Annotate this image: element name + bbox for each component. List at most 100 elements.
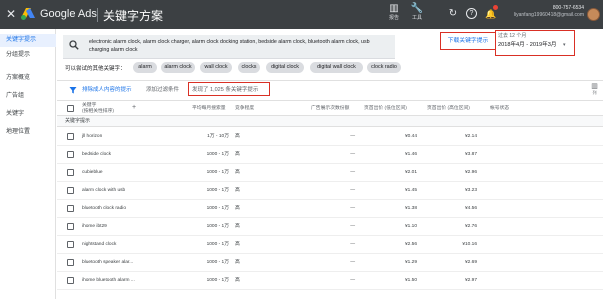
row-checkbox[interactable] xyxy=(67,151,74,158)
keyword-search-box[interactable]: electronic alarm clock, alarm clock char… xyxy=(63,35,395,59)
cell-avg-searches: 1万 - 10万 xyxy=(207,134,229,139)
sidebar-item-ad-groups[interactable]: 广告组 xyxy=(0,90,56,103)
table-row[interactable]: nightstand clock 1000 - 1万 高 — ¥2.56 ¥10.16 xyxy=(57,236,603,254)
close-icon[interactable]: ✕ xyxy=(6,7,16,21)
cell-competition: 高 xyxy=(235,224,240,229)
select-all-checkbox[interactable] xyxy=(67,105,74,112)
suggestion-chip[interactable]: alarm clock xyxy=(161,62,195,73)
account-info[interactable]: 800-757-6534 liyanfang19960418@gmail.com xyxy=(504,5,584,19)
suggestion-chip[interactable]: alarm xyxy=(133,62,157,73)
cell-competition: 高 xyxy=(235,260,240,265)
row-checkbox[interactable] xyxy=(67,223,74,230)
page-title: 关键字方案 xyxy=(103,9,164,23)
cell-keyword: ihome bluetooth alarm ... xyxy=(82,278,135,283)
filter-icon[interactable] xyxy=(69,86,77,94)
account-email: liyanfang19960418@gmail.com xyxy=(513,12,584,18)
add-filter-button[interactable]: 添加过滤条件 xyxy=(146,87,179,94)
header-competition[interactable]: 竞争程度 xyxy=(235,106,254,112)
header-account-status[interactable]: 帐号状态 xyxy=(490,106,509,112)
date-range-value: 2018年4月 - 2019年3月 xyxy=(498,42,557,48)
cell-impression-share: — xyxy=(350,152,355,157)
header-avg-searches[interactable]: 平均每月搜索量 xyxy=(192,106,226,112)
sidebar-item-locations[interactable]: 地理位置 xyxy=(0,126,56,139)
suggestion-chip[interactable]: digital wall clock xyxy=(310,62,363,73)
sidebar: 关键字提示 分组提示 方案概览 广告组 关键字 地理位置 xyxy=(0,29,56,299)
header-keyword[interactable]: 关键字 (按相关性排序) xyxy=(82,103,114,114)
sidebar-item-grouped-ideas[interactable]: 分组提示 xyxy=(0,49,56,62)
cell-avg-searches: 1000 - 1万 xyxy=(206,278,229,283)
brand-name: Google Ads xyxy=(40,8,97,20)
download-keyword-ideas-button[interactable]: 下载关键字提示 xyxy=(442,35,494,47)
cell-bid-low: ¥1.45 xyxy=(404,188,417,193)
columns-button[interactable]: ▥ 列 xyxy=(590,83,599,95)
table-row[interactable]: bluetooth clock radio 1000 - 1万 高 — ¥1.38 ¥4.… xyxy=(57,200,603,218)
table-row[interactable]: cubieblue 1000 - 1万 高 — ¥2.01 ¥2.96 xyxy=(57,164,603,182)
cell-keyword: alarm clock with usb xyxy=(82,188,126,193)
columns-label: 列 xyxy=(592,90,597,95)
cell-bid-high: ¥2.97 xyxy=(464,278,477,283)
cell-bid-high: ¥2.96 xyxy=(464,170,477,175)
cell-avg-searches: 1000 - 1万 xyxy=(206,260,229,265)
header-bid-low[interactable]: 页首出价 (低位区间) xyxy=(364,106,407,112)
search-icon xyxy=(69,40,79,50)
row-checkbox[interactable] xyxy=(67,133,74,140)
header-bid-high[interactable]: 页首出价 (高位区间) xyxy=(427,106,470,112)
date-range-label: 过去 12 个月 xyxy=(498,33,527,39)
main-content: electronic alarm clock, alarm clock char… xyxy=(57,29,603,299)
table-row[interactable]: ihome bluetooth alarm ... 1000 - 1万 高 — ¥1.5… xyxy=(57,272,603,290)
suggestion-chip[interactable]: clock radio xyxy=(367,62,401,73)
table-row[interactable]: alarm clock with usb 1000 - 1万 高 — ¥1.45 ¥3.2… xyxy=(57,182,603,200)
cell-keyword: nightstand clock xyxy=(82,242,117,247)
avatar[interactable] xyxy=(587,8,600,21)
sidebar-item-plan-overview[interactable]: 方案概览 xyxy=(0,72,56,85)
row-checkbox[interactable] xyxy=(67,277,74,284)
row-checkbox[interactable] xyxy=(67,187,74,194)
date-range-selector[interactable]: 过去 12 个月 2018年4月 - 2019年3月 ▾ xyxy=(496,31,573,55)
help-icon[interactable]: ? xyxy=(466,8,477,19)
tools-button[interactable]: 🔧 工具 xyxy=(406,3,428,27)
exclude-adult-filter[interactable]: 排除成人内容的提示 xyxy=(82,87,132,94)
section-header: 关键字提示 xyxy=(57,116,603,127)
reports-icon: ▥ xyxy=(389,3,399,14)
sidebar-item-keywords[interactable]: 关键字 xyxy=(0,108,56,121)
table-header: 关键字 (按相关性排序) + 平均每月搜索量 竞争程度 广告展示次数份额 页首出… xyxy=(57,100,603,116)
section-header-label: 关键字提示 xyxy=(65,118,91,124)
cell-bid-low: ¥1.29 xyxy=(404,260,417,265)
cell-bid-low: ¥1.46 xyxy=(404,152,417,157)
cell-bid-low: ¥0.44 xyxy=(404,134,417,139)
suggestion-chip[interactable]: clocks xyxy=(238,62,260,73)
reports-button[interactable]: ▥ 报告 xyxy=(383,3,405,27)
cell-keyword: cubieblue xyxy=(82,170,103,175)
sidebar-item-keyword-ideas[interactable]: 关键字提示 xyxy=(0,34,56,47)
table-row[interactable]: bluetooth speaker alar... 1000 - 1万 高 — ¥1.2… xyxy=(57,254,603,272)
cell-impression-share: — xyxy=(350,188,355,193)
results-count: 发现了 1,025 条关键字提示 xyxy=(192,87,259,93)
table-row[interactable]: ihome ibt29 1000 - 1万 高 — ¥1.10 ¥2.76 xyxy=(57,218,603,236)
cell-impression-share: — xyxy=(350,170,355,175)
row-checkbox[interactable] xyxy=(67,169,74,176)
reports-label: 报告 xyxy=(388,15,399,21)
title-divider xyxy=(97,8,98,22)
row-checkbox[interactable] xyxy=(67,205,74,212)
suggestion-chip[interactable]: wall clock xyxy=(200,62,232,73)
columns-icon: ▥ xyxy=(591,83,598,90)
cell-avg-searches: 1000 - 1万 xyxy=(206,152,229,157)
cell-keyword: bedside clock xyxy=(82,152,112,157)
cell-bid-low: ¥1.10 xyxy=(404,224,417,229)
header-impression-share[interactable]: 广告展示次数份额 xyxy=(311,106,349,112)
refresh-icon[interactable]: ↻ xyxy=(446,7,460,21)
row-checkbox[interactable] xyxy=(67,241,74,248)
row-checkbox[interactable] xyxy=(67,259,74,266)
table-row[interactable]: bedside clock 1000 - 1万 高 — ¥1.46 ¥3.87 xyxy=(57,146,603,164)
keyword-search-text[interactable]: electronic alarm clock, alarm clock char… xyxy=(89,38,389,54)
cell-bid-high: ¥3.87 xyxy=(464,152,477,157)
notification-badge xyxy=(493,5,498,10)
suggestion-chip[interactable]: digital clock xyxy=(266,62,304,73)
table-row[interactable]: jll horizon 1万 - 10万 高 — ¥0.44 ¥2.14 xyxy=(57,128,603,146)
top-bar: ✕ Google Ads 关键字方案 ▥ 报告 🔧 工具 ↻ ? 🔔 800-7… xyxy=(0,0,603,29)
account-phone: 800-757-6534 xyxy=(552,5,584,11)
cell-impression-share: — xyxy=(350,134,355,139)
add-column-icon[interactable]: + xyxy=(132,104,136,111)
tools-label: 工具 xyxy=(411,15,422,21)
cell-competition: 高 xyxy=(235,206,240,211)
